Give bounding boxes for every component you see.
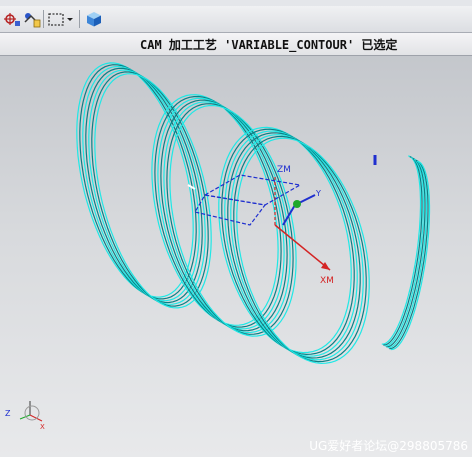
toolbar-separator (43, 10, 44, 28)
status-message: CAM 加工工艺 'VARIABLE_CONTOUR' 已选定 (140, 38, 398, 52)
toolpath-tail-pass (386, 158, 426, 348)
toolbar-separator (79, 10, 80, 28)
triad-z-label: Z (5, 409, 11, 418)
triad-x-label: X (40, 423, 45, 431)
zm-axis-label: ZM (277, 165, 291, 175)
view-cube-button[interactable] (84, 9, 104, 29)
toolpath-tail-pass (390, 160, 431, 351)
view-cube-icon (87, 12, 101, 27)
selection-dropdown-button[interactable] (64, 9, 76, 29)
status-bar: CAM 加工工艺 'VARIABLE_CONTOUR' 已选定 (0, 33, 472, 56)
toolpath-pass (221, 128, 355, 356)
dropdown-arrow-icon (67, 18, 73, 21)
toolpath-pass (227, 132, 361, 359)
toolpath-tail-pass (381, 155, 422, 345)
select-tool-button[interactable] (22, 9, 42, 29)
forum-watermark: UG爱好者论坛@298805786 (309, 439, 468, 453)
select-tool-icon (24, 13, 41, 28)
snap-point-icon (4, 13, 20, 26)
main-toolbar (0, 6, 472, 33)
toolpath-helix (76, 62, 431, 365)
toolpath-tail-pass (389, 159, 429, 350)
toolpath-tail-pass (387, 158, 428, 349)
y-axis-label: Y (315, 189, 321, 198)
toolpath-pass (151, 94, 279, 326)
toolpath-scene: XM ZM Y Z X (5, 62, 431, 431)
toolpath-pass (224, 130, 358, 357)
toolpath-tail-pass (383, 156, 423, 346)
selection-rectangle-icon (48, 13, 64, 26)
tool-origin-marker (293, 200, 301, 208)
toolpath-pass (233, 135, 367, 363)
xm-axis-label: XM (320, 276, 334, 286)
toolpath-tail-pass (384, 157, 425, 347)
triad-sphere (24, 405, 40, 421)
graphics-viewport[interactable]: XM ZM Y Z X UG爱好者论坛@298805786 (0, 56, 472, 457)
snap-point-tool-button[interactable] (2, 9, 22, 29)
toolpath-pass (230, 133, 364, 361)
selection-rectangle-button[interactable] (46, 9, 66, 29)
